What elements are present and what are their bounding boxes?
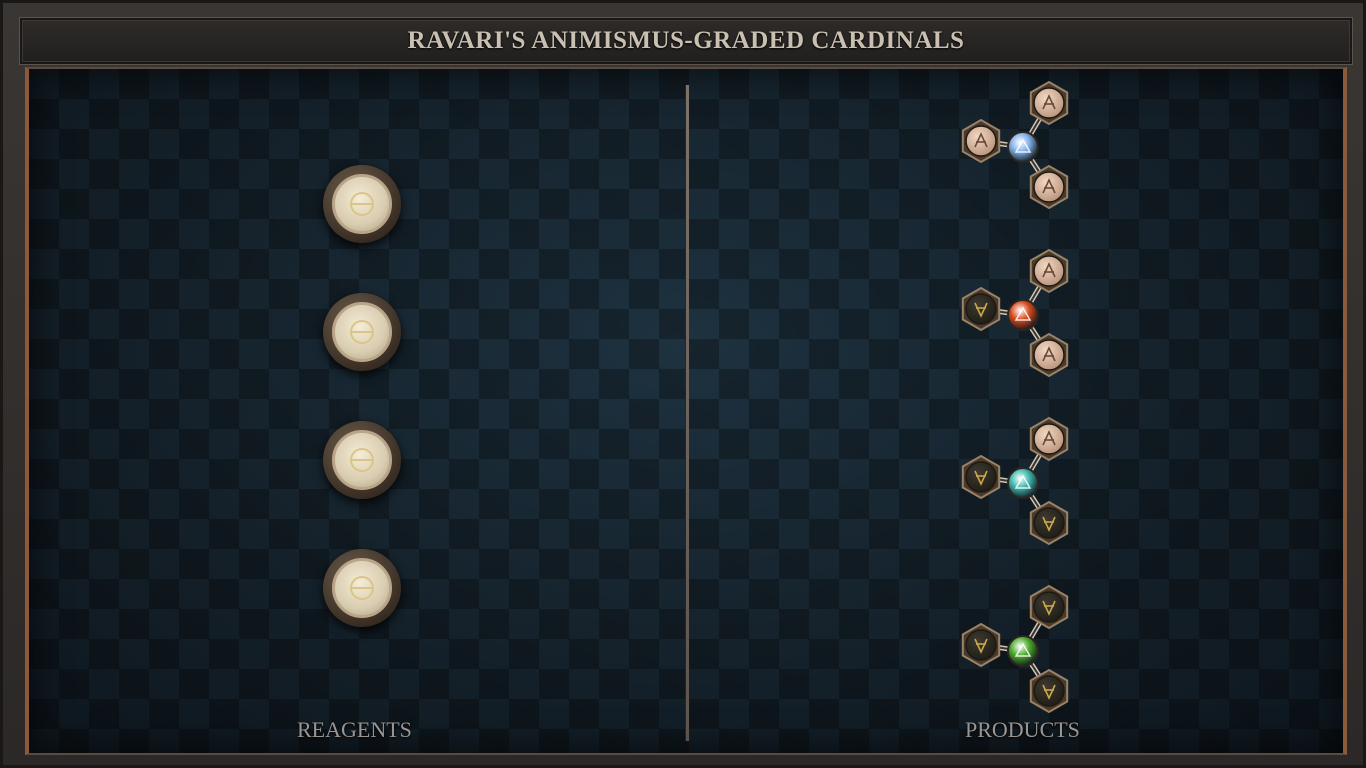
game-window: RAVARI'S ANIMISMUS-GRADED CARDINALS REAG… [0, 0, 1366, 768]
fire-molecule-icon [961, 248, 1069, 378]
reagent-orb [332, 302, 392, 362]
air-molecule-icon [961, 80, 1069, 210]
recipe-panel: REAGENTS PRODUCTS [25, 67, 1347, 755]
reagent-orb [332, 558, 392, 618]
product-molecule[interactable] [955, 77, 1075, 210]
reagent-orb [332, 174, 392, 234]
products-label: PRODUCTS [965, 717, 1080, 742]
product-molecule[interactable] [955, 245, 1075, 378]
window-title: RAVARI'S ANIMISMUS-GRADED CARDINALS [407, 27, 965, 54]
salt-glyph-icon [350, 192, 374, 216]
column-divider [685, 85, 689, 741]
reagent-orb [332, 430, 392, 490]
salt-glyph-icon [350, 320, 374, 344]
earth-molecule-icon [961, 584, 1069, 714]
salt-glyph-icon [350, 576, 374, 600]
reagents-label: REAGENTS [297, 717, 412, 742]
salt-glyph-icon [350, 448, 374, 472]
reagent-slot[interactable] [323, 421, 401, 499]
reagent-slot[interactable] [323, 293, 401, 371]
product-molecule[interactable] [955, 581, 1075, 714]
reagent-slot[interactable] [323, 165, 401, 243]
water-molecule-icon [961, 416, 1069, 546]
reagent-slot[interactable] [323, 549, 401, 627]
title-bar: RAVARI'S ANIMISMUS-GRADED CARDINALS [19, 17, 1353, 65]
product-molecule[interactable] [955, 413, 1075, 546]
